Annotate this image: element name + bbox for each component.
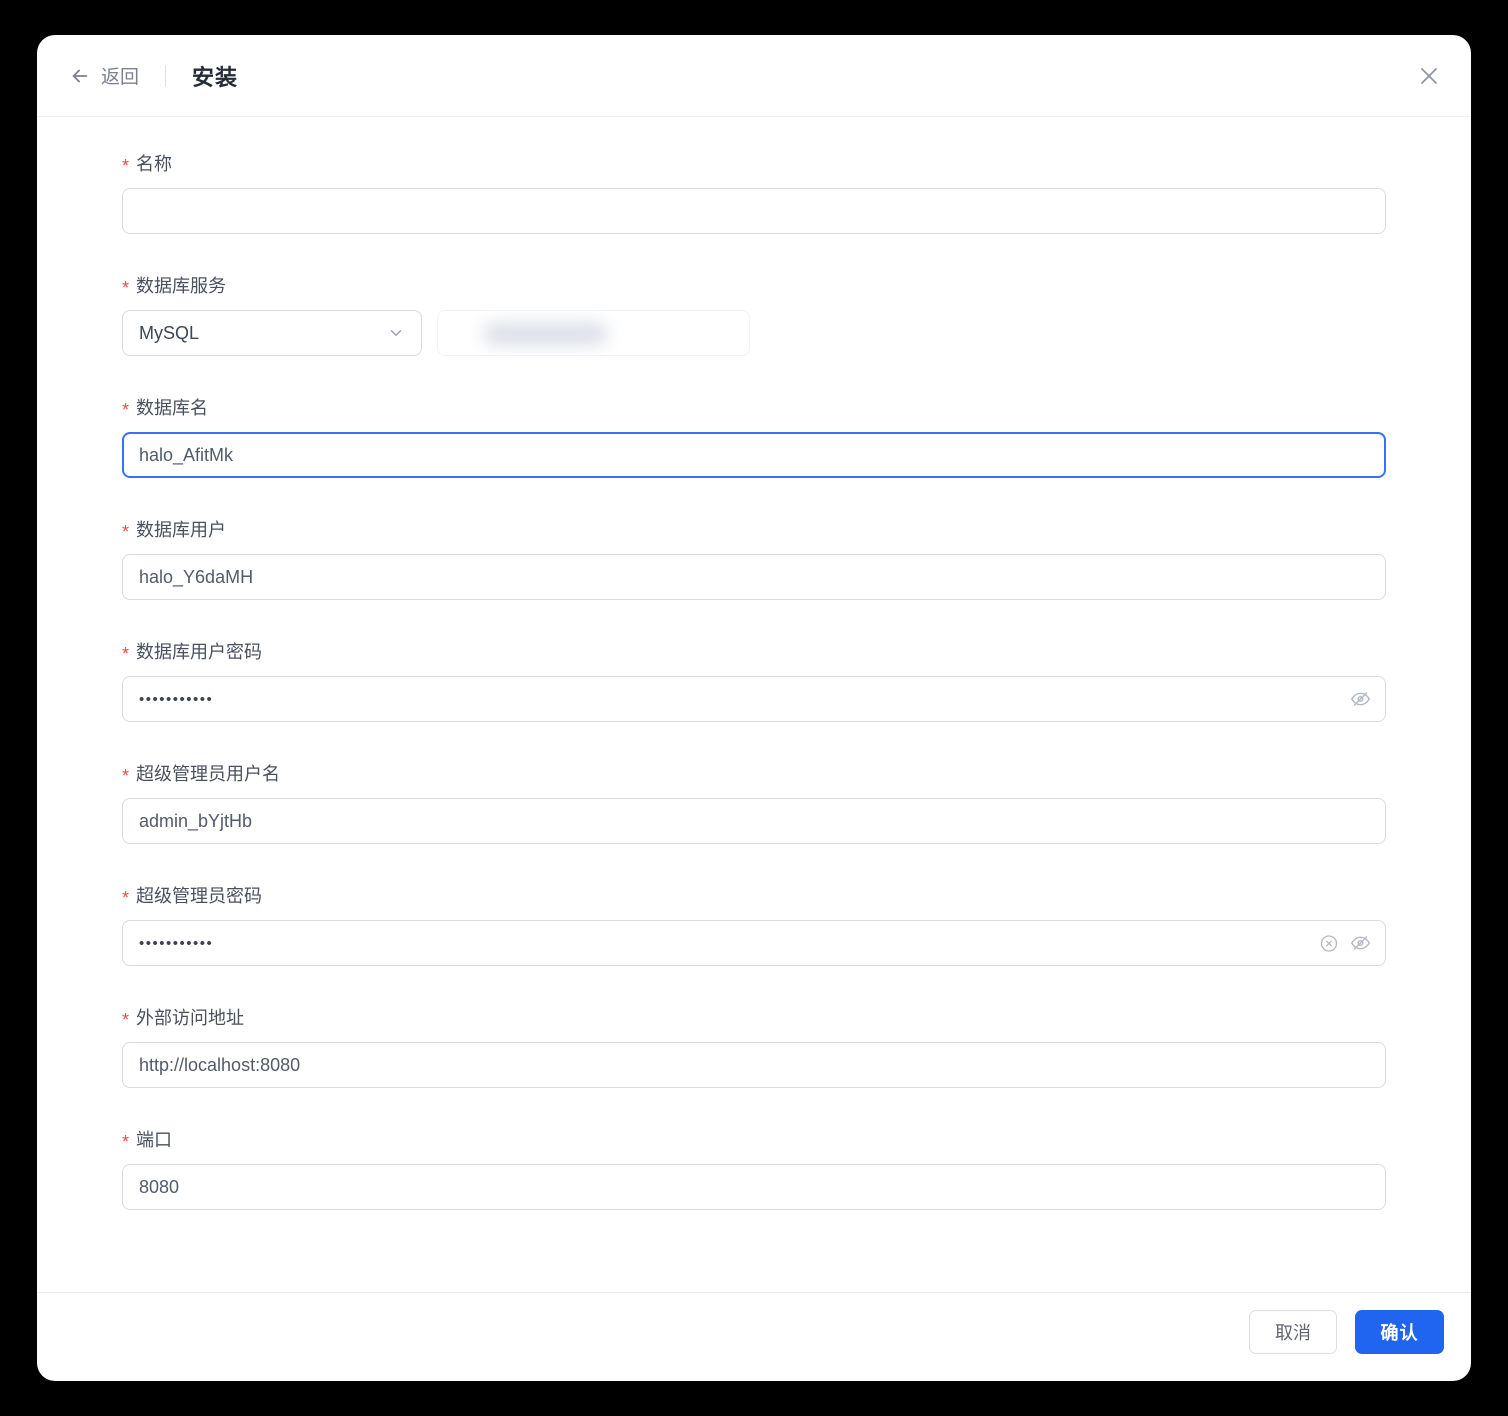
required-asterisk: * bbox=[122, 1130, 129, 1155]
database-password-input[interactable]: ••••••••••• bbox=[122, 676, 1386, 722]
field-label: * 超级管理员用户名 bbox=[122, 762, 1386, 787]
dialog-header: 返回 安装 bbox=[37, 35, 1471, 117]
arrow-left-icon bbox=[69, 65, 91, 87]
required-asterisk: * bbox=[122, 642, 129, 667]
field-external-url: * 外部访问地址 bbox=[122, 1006, 1386, 1088]
field-label: * 数据库服务 bbox=[122, 274, 1386, 299]
dialog-footer: 取消 确认 bbox=[37, 1292, 1471, 1381]
field-database-password: * 数据库用户密码 ••••••••••• bbox=[122, 640, 1386, 722]
field-port: * 端口 bbox=[122, 1128, 1386, 1210]
install-form: * 名称 * 数据库服务 MySQL bbox=[37, 117, 1471, 1292]
external-url-input[interactable] bbox=[122, 1042, 1386, 1088]
name-input[interactable] bbox=[122, 188, 1386, 234]
masked-password: ••••••••••• bbox=[139, 691, 213, 708]
admin-username-input[interactable] bbox=[122, 798, 1386, 844]
clear-circle-icon[interactable] bbox=[1319, 933, 1339, 953]
close-icon bbox=[1417, 64, 1441, 88]
required-asterisk: * bbox=[122, 398, 129, 423]
field-admin-password: * 超级管理员密码 ••••••••••• bbox=[122, 884, 1386, 966]
field-label: * 数据库用户 bbox=[122, 518, 1386, 543]
field-label: * 数据库用户密码 bbox=[122, 640, 1386, 665]
database-service-select[interactable]: MySQL bbox=[122, 310, 422, 356]
field-label: * 数据库名 bbox=[122, 396, 1386, 421]
confirm-button[interactable]: 确认 bbox=[1355, 1310, 1444, 1354]
cancel-button[interactable]: 取消 bbox=[1249, 1310, 1337, 1354]
required-asterisk: * bbox=[122, 764, 129, 789]
field-label: * 超级管理员密码 bbox=[122, 884, 1386, 909]
required-asterisk: * bbox=[122, 886, 129, 911]
database-name-input[interactable] bbox=[122, 432, 1386, 478]
required-asterisk: * bbox=[122, 1008, 129, 1033]
header-divider bbox=[165, 65, 166, 87]
field-name: * 名称 bbox=[122, 152, 1386, 234]
field-admin-username: * 超级管理员用户名 bbox=[122, 762, 1386, 844]
back-label: 返回 bbox=[101, 62, 139, 89]
required-asterisk: * bbox=[122, 520, 129, 545]
install-dialog: 返回 安装 * 名称 * 数据库服务 bbox=[37, 35, 1471, 1381]
required-asterisk: * bbox=[122, 154, 129, 179]
admin-password-input[interactable]: ••••••••••• bbox=[122, 920, 1386, 966]
chevron-down-icon bbox=[387, 324, 405, 342]
field-label: * 外部访问地址 bbox=[122, 1006, 1386, 1031]
field-label: * 端口 bbox=[122, 1128, 1386, 1153]
eye-off-icon[interactable] bbox=[1350, 933, 1371, 954]
field-database-name: * 数据库名 bbox=[122, 396, 1386, 478]
field-label: * 名称 bbox=[122, 152, 1386, 177]
redacted-value bbox=[483, 322, 608, 346]
eye-off-icon[interactable] bbox=[1350, 689, 1371, 710]
page-title: 安装 bbox=[192, 60, 238, 92]
required-asterisk: * bbox=[122, 276, 129, 301]
port-input[interactable] bbox=[122, 1164, 1386, 1210]
field-database-service: * 数据库服务 MySQL bbox=[122, 274, 1386, 356]
back-button[interactable]: 返回 bbox=[69, 62, 139, 89]
masked-password: ••••••••••• bbox=[139, 935, 213, 952]
database-service-instance-field[interactable] bbox=[437, 310, 750, 356]
selected-option: MySQL bbox=[139, 323, 199, 344]
field-database-user: * 数据库用户 bbox=[122, 518, 1386, 600]
database-user-input[interactable] bbox=[122, 554, 1386, 600]
close-button[interactable] bbox=[1417, 64, 1441, 88]
